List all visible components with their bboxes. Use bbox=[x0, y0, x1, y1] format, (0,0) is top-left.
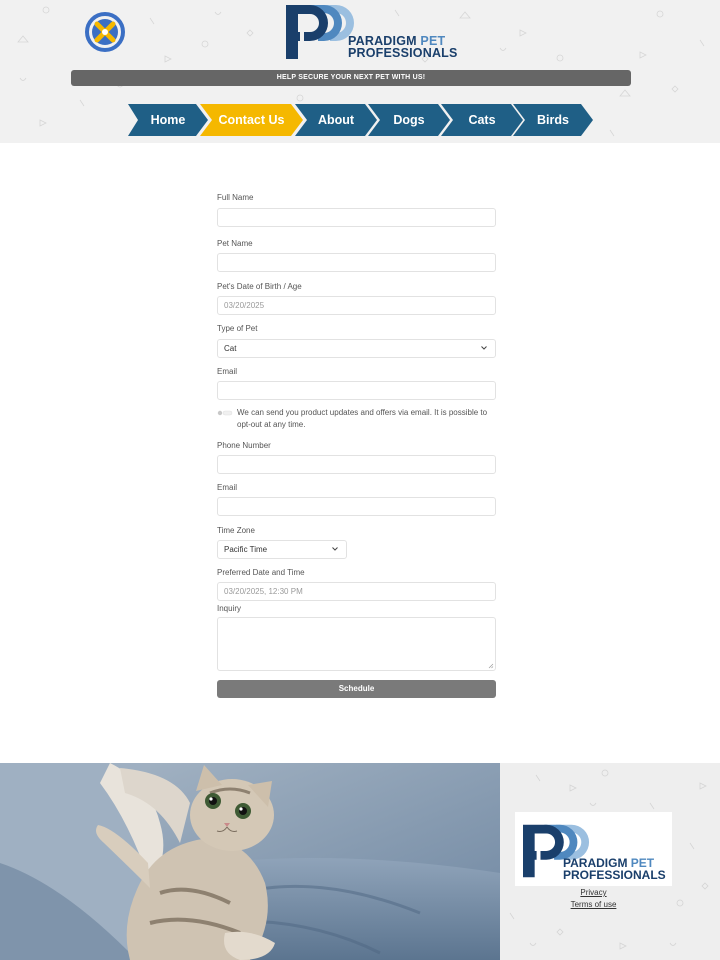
nav-label-birds: Birds bbox=[537, 113, 569, 127]
nav-item-about[interactable]: About bbox=[295, 104, 377, 136]
chevron-down-icon bbox=[332, 547, 338, 551]
brand-mark-icon bbox=[286, 5, 354, 59]
main-nav: Home Contact Us About Dogs Cats Birds bbox=[0, 104, 720, 136]
kitten-photo bbox=[0, 763, 500, 960]
inquiry-label: Inquiry bbox=[217, 604, 242, 613]
preferred-datetime-label: Preferred Date and Time bbox=[217, 568, 305, 577]
timezone-select[interactable]: Pacific Time bbox=[217, 540, 347, 559]
site-header: PARADIGM PET PROFESSIONALS HELP SECURE Y… bbox=[0, 0, 720, 143]
timezone-value: Pacific Time bbox=[224, 545, 268, 554]
email2-input[interactable] bbox=[217, 497, 496, 516]
kitten-illustration bbox=[0, 763, 500, 960]
full-name-label: Full Name bbox=[217, 193, 254, 202]
email-input[interactable] bbox=[217, 381, 496, 400]
email-label: Email bbox=[217, 367, 238, 376]
nav-label-dogs: Dogs bbox=[393, 113, 425, 127]
consent-text: We can send you product updates and offe… bbox=[237, 408, 488, 429]
nav-item-cats[interactable]: Cats bbox=[441, 104, 523, 136]
terms-link[interactable]: Terms of use bbox=[515, 900, 672, 909]
pet-name-input[interactable] bbox=[217, 253, 496, 272]
nav-label-contact-us: Contact Us bbox=[218, 113, 285, 127]
privacy-link[interactable]: Privacy bbox=[515, 888, 672, 897]
pet-type-value: Cat bbox=[224, 344, 237, 353]
consent-toggle[interactable] bbox=[217, 410, 233, 416]
nav-item-birds[interactable]: Birds bbox=[513, 104, 593, 136]
chevron-down-icon bbox=[481, 346, 487, 350]
nav-item-dogs[interactable]: Dogs bbox=[368, 104, 450, 136]
timezone-label: Time Zone bbox=[217, 526, 255, 535]
nav-item-contact-us[interactable]: Contact Us bbox=[200, 104, 303, 136]
promo-banner: HELP SECURE YOUR NEXT PET WITH US! bbox=[71, 70, 631, 86]
footer-brand-line2: PROFESSIONALS bbox=[563, 868, 666, 882]
email2-label: Email bbox=[217, 483, 238, 492]
schedule-button[interactable]: Schedule bbox=[217, 680, 496, 698]
brand-logo[interactable]: PARADIGM PET PROFESSIONALS bbox=[286, 2, 458, 60]
preferred-datetime-input[interactable]: 03/20/2025, 12:30 PM bbox=[217, 582, 496, 601]
nav-label-cats: Cats bbox=[468, 113, 496, 127]
full-name-input[interactable] bbox=[217, 208, 496, 227]
inquiry-textarea[interactable] bbox=[217, 617, 496, 671]
phone-input[interactable] bbox=[217, 455, 496, 474]
dob-date-input[interactable]: 03/20/2025 bbox=[217, 296, 496, 315]
paw-x-icon[interactable] bbox=[83, 11, 127, 53]
phone-label: Phone Number bbox=[217, 441, 271, 450]
dob-label: Pet's Date of Birth / Age bbox=[217, 282, 302, 291]
pet-name-label: Pet Name bbox=[217, 239, 253, 248]
pet-type-label: Type of Pet bbox=[217, 324, 258, 333]
brand-word-professionals: PROFESSIONALS bbox=[348, 46, 458, 60]
nav-item-home[interactable]: Home bbox=[128, 104, 208, 136]
pet-type-select[interactable]: Cat bbox=[217, 339, 496, 358]
footer-brand-logo[interactable]: PARADIGM PET PROFESSIONALS bbox=[515, 812, 672, 886]
resize-handle-icon[interactable] bbox=[488, 663, 494, 669]
brand-text: PARADIGM PET PROFESSIONALS bbox=[348, 35, 458, 60]
nav-label-about: About bbox=[317, 113, 355, 127]
nav-label-home: Home bbox=[150, 113, 186, 127]
